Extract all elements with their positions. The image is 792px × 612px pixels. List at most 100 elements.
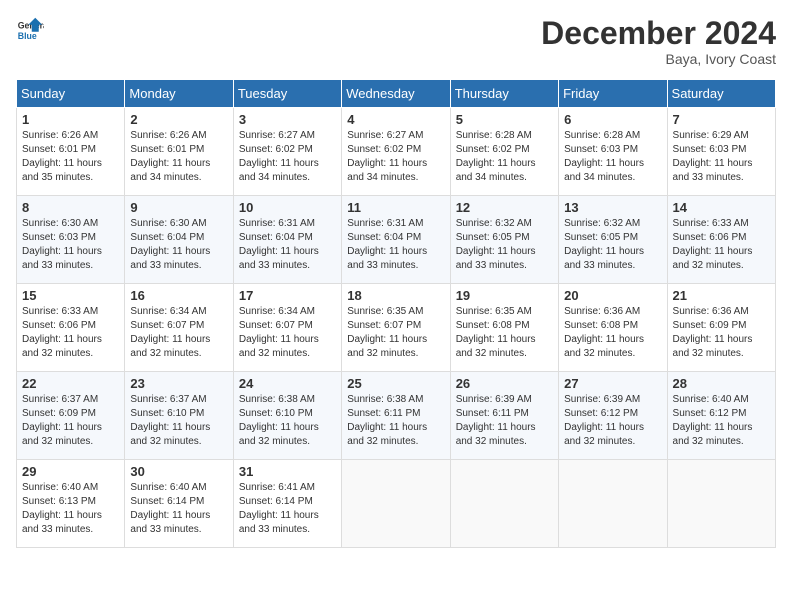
calendar-cell: 1 Sunrise: 6:26 AM Sunset: 6:01 PM Daylig…	[17, 108, 125, 196]
day-info: Sunrise: 6:32 AM Sunset: 6:05 PM Dayligh…	[456, 217, 553, 273]
calendar-cell: 2 Sunrise: 6:26 AM Sunset: 6:01 PM Daylig…	[125, 108, 233, 196]
day-info: Sunrise: 6:27 AM Sunset: 6:02 PM Dayligh…	[347, 129, 444, 185]
day-info: Sunrise: 6:40 AM Sunset: 6:14 PM Dayligh…	[130, 481, 227, 537]
calendar-cell: 12 Sunrise: 6:32 AM Sunset: 6:05 PM Dayli…	[450, 196, 558, 284]
day-info: Sunrise: 6:38 AM Sunset: 6:10 PM Dayligh…	[239, 393, 336, 449]
calendar-cell: 16 Sunrise: 6:34 AM Sunset: 6:07 PM Dayli…	[125, 284, 233, 372]
page-header: General Blue December 2024 Baya, Ivory C…	[16, 16, 776, 67]
location: Baya, Ivory Coast	[541, 51, 776, 67]
day-info: Sunrise: 6:30 AM Sunset: 6:03 PM Dayligh…	[22, 217, 119, 273]
calendar-cell: 28 Sunrise: 6:40 AM Sunset: 6:12 PM Dayli…	[667, 372, 775, 460]
calendar-cell: 25 Sunrise: 6:38 AM Sunset: 6:11 PM Dayli…	[342, 372, 450, 460]
day-number: 28	[673, 376, 770, 391]
calendar-cell: 8 Sunrise: 6:30 AM Sunset: 6:03 PM Daylig…	[17, 196, 125, 284]
logo-icon: General Blue	[16, 16, 44, 44]
month-title: December 2024	[541, 16, 776, 51]
day-info: Sunrise: 6:38 AM Sunset: 6:11 PM Dayligh…	[347, 393, 444, 449]
calendar-cell: 23 Sunrise: 6:37 AM Sunset: 6:10 PM Dayli…	[125, 372, 233, 460]
day-info: Sunrise: 6:32 AM Sunset: 6:05 PM Dayligh…	[564, 217, 661, 273]
calendar-cell: 7Sunrise: 6:29 AM Sunset: 6:03 PM Daylig…	[667, 108, 775, 196]
calendar-cell: 29Sunrise: 6:40 AM Sunset: 6:13 PM Dayli…	[17, 460, 125, 548]
weekday-saturday: Saturday	[667, 80, 775, 108]
calendar-week-5: 29Sunrise: 6:40 AM Sunset: 6:13 PM Dayli…	[17, 460, 776, 548]
day-info: Sunrise: 6:30 AM Sunset: 6:04 PM Dayligh…	[130, 217, 227, 273]
day-info: Sunrise: 6:40 AM Sunset: 6:12 PM Dayligh…	[673, 393, 770, 449]
calendar-cell: 27Sunrise: 6:39 AM Sunset: 6:12 PM Dayli…	[559, 372, 667, 460]
weekday-thursday: Thursday	[450, 80, 558, 108]
day-number: 10	[239, 200, 336, 215]
calendar-cell: 14Sunrise: 6:33 AM Sunset: 6:06 PM Dayli…	[667, 196, 775, 284]
day-number: 24	[239, 376, 336, 391]
calendar-cell: 20 Sunrise: 6:36 AM Sunset: 6:08 PM Dayli…	[559, 284, 667, 372]
day-number: 14	[673, 200, 770, 215]
day-number: 1	[22, 112, 119, 127]
day-info: Sunrise: 6:31 AM Sunset: 6:04 PM Dayligh…	[239, 217, 336, 273]
day-number: 23	[130, 376, 227, 391]
day-number: 5	[456, 112, 553, 127]
day-number: 25	[347, 376, 444, 391]
day-info: Sunrise: 6:26 AM Sunset: 6:01 PM Dayligh…	[130, 129, 227, 185]
svg-text:General: General	[18, 20, 44, 30]
day-number: 13	[564, 200, 661, 215]
day-info: Sunrise: 6:28 AM Sunset: 6:02 PM Dayligh…	[456, 129, 553, 185]
day-number: 12	[456, 200, 553, 215]
calendar-cell: 11Sunrise: 6:31 AM Sunset: 6:04 PM Dayli…	[342, 196, 450, 284]
calendar-cell	[559, 460, 667, 548]
calendar-cell: 18 Sunrise: 6:35 AM Sunset: 6:07 PM Dayli…	[342, 284, 450, 372]
day-number: 15	[22, 288, 119, 303]
calendar-cell: 21 Sunrise: 6:36 AM Sunset: 6:09 PM Dayli…	[667, 284, 775, 372]
calendar-cell	[342, 460, 450, 548]
calendar-week-2: 8 Sunrise: 6:30 AM Sunset: 6:03 PM Daylig…	[17, 196, 776, 284]
day-info: Sunrise: 6:39 AM Sunset: 6:12 PM Dayligh…	[564, 393, 661, 449]
svg-text:Blue: Blue	[18, 31, 37, 41]
calendar-cell: 22Sunrise: 6:37 AM Sunset: 6:09 PM Dayli…	[17, 372, 125, 460]
day-info: Sunrise: 6:40 AM Sunset: 6:13 PM Dayligh…	[22, 481, 119, 537]
day-info: Sunrise: 6:39 AM Sunset: 6:11 PM Dayligh…	[456, 393, 553, 449]
day-number: 16	[130, 288, 227, 303]
calendar-cell: 3 Sunrise: 6:27 AM Sunset: 6:02 PM Daylig…	[233, 108, 341, 196]
day-number: 30	[130, 464, 227, 479]
calendar-body: 1 Sunrise: 6:26 AM Sunset: 6:01 PM Daylig…	[17, 108, 776, 548]
calendar-cell: 10 Sunrise: 6:31 AM Sunset: 6:04 PM Dayli…	[233, 196, 341, 284]
calendar-cell: 6 Sunrise: 6:28 AM Sunset: 6:03 PM Daylig…	[559, 108, 667, 196]
weekday-monday: Monday	[125, 80, 233, 108]
day-number: 4	[347, 112, 444, 127]
day-number: 18	[347, 288, 444, 303]
weekday-friday: Friday	[559, 80, 667, 108]
day-number: 7	[673, 112, 770, 127]
day-info: Sunrise: 6:37 AM Sunset: 6:09 PM Dayligh…	[22, 393, 119, 449]
calendar-cell: 4 Sunrise: 6:27 AM Sunset: 6:02 PM Daylig…	[342, 108, 450, 196]
calendar-cell: 13 Sunrise: 6:32 AM Sunset: 6:05 PM Dayli…	[559, 196, 667, 284]
day-info: Sunrise: 6:26 AM Sunset: 6:01 PM Dayligh…	[22, 129, 119, 185]
day-info: Sunrise: 6:35 AM Sunset: 6:08 PM Dayligh…	[456, 305, 553, 361]
calendar-cell: 30 Sunrise: 6:40 AM Sunset: 6:14 PM Dayli…	[125, 460, 233, 548]
day-info: Sunrise: 6:37 AM Sunset: 6:10 PM Dayligh…	[130, 393, 227, 449]
calendar-cell: 26Sunrise: 6:39 AM Sunset: 6:11 PM Dayli…	[450, 372, 558, 460]
day-info: Sunrise: 6:36 AM Sunset: 6:09 PM Dayligh…	[673, 305, 770, 361]
day-number: 2	[130, 112, 227, 127]
day-number: 6	[564, 112, 661, 127]
day-info: Sunrise: 6:36 AM Sunset: 6:08 PM Dayligh…	[564, 305, 661, 361]
day-info: Sunrise: 6:28 AM Sunset: 6:03 PM Dayligh…	[564, 129, 661, 185]
logo: General Blue	[16, 16, 44, 44]
day-info: Sunrise: 6:41 AM Sunset: 6:14 PM Dayligh…	[239, 481, 336, 537]
calendar-cell: 17Sunrise: 6:34 AM Sunset: 6:07 PM Dayli…	[233, 284, 341, 372]
day-info: Sunrise: 6:27 AM Sunset: 6:02 PM Dayligh…	[239, 129, 336, 185]
day-number: 3	[239, 112, 336, 127]
calendar-week-4: 22Sunrise: 6:37 AM Sunset: 6:09 PM Dayli…	[17, 372, 776, 460]
calendar-cell: 31 Sunrise: 6:41 AM Sunset: 6:14 PM Dayli…	[233, 460, 341, 548]
weekday-tuesday: Tuesday	[233, 80, 341, 108]
day-info: Sunrise: 6:35 AM Sunset: 6:07 PM Dayligh…	[347, 305, 444, 361]
weekday-header-row: SundayMondayTuesdayWednesdayThursdayFrid…	[17, 80, 776, 108]
day-number: 31	[239, 464, 336, 479]
day-number: 11	[347, 200, 444, 215]
day-number: 21	[673, 288, 770, 303]
day-number: 8	[22, 200, 119, 215]
day-info: Sunrise: 6:33 AM Sunset: 6:06 PM Dayligh…	[22, 305, 119, 361]
day-number: 20	[564, 288, 661, 303]
day-info: Sunrise: 6:34 AM Sunset: 6:07 PM Dayligh…	[239, 305, 336, 361]
title-block: December 2024 Baya, Ivory Coast	[541, 16, 776, 67]
day-info: Sunrise: 6:34 AM Sunset: 6:07 PM Dayligh…	[130, 305, 227, 361]
calendar-week-1: 1 Sunrise: 6:26 AM Sunset: 6:01 PM Daylig…	[17, 108, 776, 196]
calendar-cell	[667, 460, 775, 548]
